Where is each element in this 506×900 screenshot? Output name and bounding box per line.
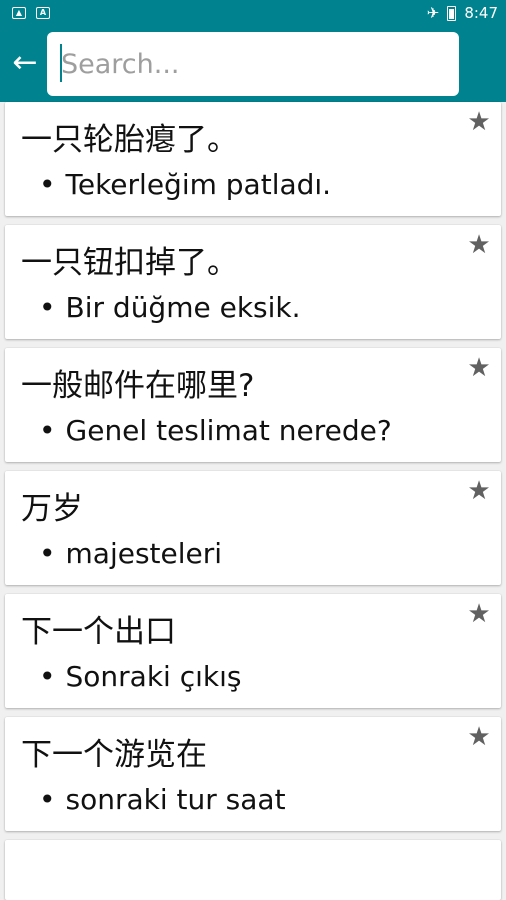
list-item[interactable]: 一只钮扣掉了。 Bir düğme eksik. ★ xyxy=(5,225,501,339)
status-bar-system: ✈ 8:47 xyxy=(427,4,498,22)
status-time: 8:47 xyxy=(464,4,498,22)
list-item[interactable]: 下一个出口 Sonraki çıkış ★ xyxy=(5,594,501,708)
list-item[interactable]: 下一个游览在 sonraki tur saat ★ xyxy=(5,717,501,831)
star-icon[interactable]: ★ xyxy=(465,231,493,259)
phrase-chinese: 下一个游览在 xyxy=(21,737,207,773)
phrase-translation: sonraki tur saat xyxy=(39,783,286,816)
star-icon[interactable]: ★ xyxy=(465,723,493,751)
airplane-icon: ✈ xyxy=(426,4,440,22)
phrase-translation: Tekerleğim patladı. xyxy=(39,168,332,201)
phrase-translation: Sonraki çıkış xyxy=(39,660,242,693)
list-item[interactable]: 一只轮胎瘪了。 Tekerleğim patladı. ★ xyxy=(5,102,501,216)
star-icon[interactable]: ★ xyxy=(465,600,493,628)
search-input[interactable] xyxy=(47,32,459,96)
phrase-translation: Genel teslimat nerede? xyxy=(39,414,392,447)
list-item[interactable]: 万岁 majesteleri ★ xyxy=(5,471,501,585)
arrow-left-icon[interactable]: ← xyxy=(10,48,40,78)
star-icon[interactable]: ★ xyxy=(465,354,493,382)
status-bar-notifications: ▲ A xyxy=(12,7,50,19)
battery-icon xyxy=(447,5,457,21)
phrase-chinese: 万岁 xyxy=(21,491,83,527)
phrase-chinese: 下一个出口 xyxy=(21,614,176,650)
a-icon: A xyxy=(36,7,50,19)
list-item[interactable]: 一般邮件在哪里? Genel teslimat nerede? ★ xyxy=(5,348,501,462)
phrase-chinese: 一只轮胎瘪了。 xyxy=(21,122,238,158)
image-icon: ▲ xyxy=(12,7,26,19)
phrase-chinese: 一只钮扣掉了。 xyxy=(21,245,238,281)
star-icon[interactable]: ★ xyxy=(465,477,493,505)
status-bar: ▲ A ✈ 8:47 xyxy=(0,0,506,26)
list-item-partial[interactable] xyxy=(5,840,501,900)
phrase-translation: majesteleri xyxy=(39,537,223,570)
phrase-chinese: 一般邮件在哪里? xyxy=(21,368,255,404)
phrase-translation: Bir düğme eksik. xyxy=(39,291,301,324)
text-cursor xyxy=(60,44,62,82)
toolbar: ← xyxy=(0,26,506,102)
star-icon[interactable]: ★ xyxy=(465,108,493,136)
